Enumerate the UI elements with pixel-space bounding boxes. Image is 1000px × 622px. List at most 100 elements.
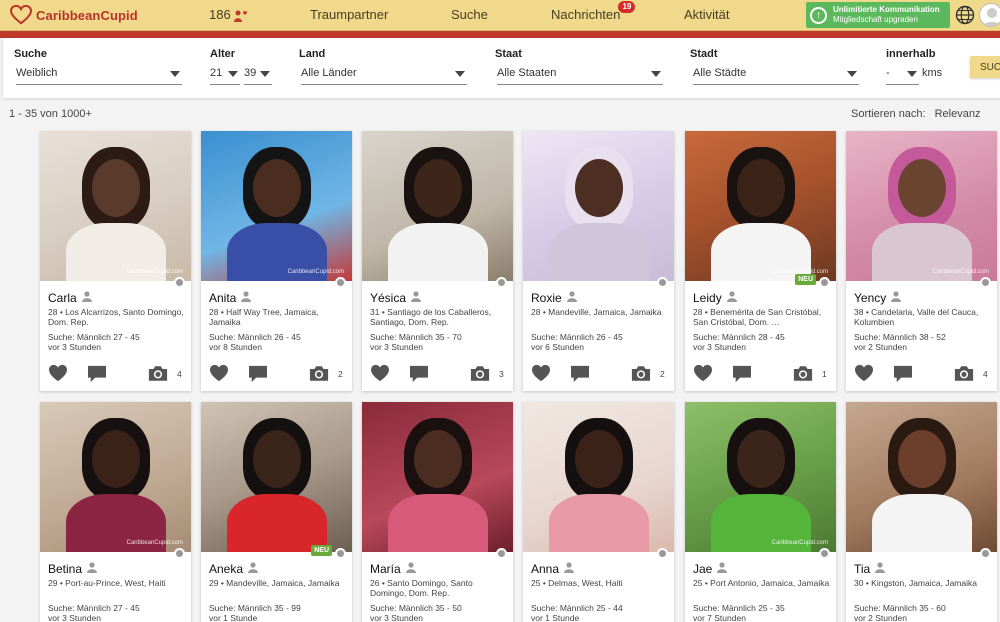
state-select[interactable]: Alle Staaten bbox=[497, 63, 663, 85]
top-navigation-bar: CaribbeanCupid 186 Traumpartner Suche Na… bbox=[0, 0, 1000, 31]
profile-photo[interactable] bbox=[362, 131, 513, 281]
profile-photo[interactable]: CaribbeanCupid.com bbox=[685, 402, 836, 552]
profile-name-row[interactable]: Leidy bbox=[693, 291, 737, 305]
age-max-select[interactable]: 39 bbox=[244, 63, 272, 85]
online-status-indicator bbox=[657, 277, 668, 288]
profile-name-row[interactable]: Jae bbox=[693, 562, 728, 576]
profile-seeking: Suche: Männlich 35 - 60 bbox=[854, 603, 946, 613]
profile-card[interactable]: Yésica 31 • Santiago de los Caballeros, … bbox=[362, 131, 513, 391]
profile-photo[interactable] bbox=[846, 402, 997, 552]
country-select[interactable]: Alle Länder bbox=[301, 63, 467, 85]
age-label: Alter bbox=[210, 48, 236, 60]
profile-name-row[interactable]: Yency bbox=[854, 291, 902, 305]
profile-card[interactable]: CaribbeanCupid.com Betina 29 • Port-au-P… bbox=[40, 402, 191, 622]
profile-photo[interactable] bbox=[362, 402, 513, 552]
profile-photo[interactable]: CaribbeanCupid.com bbox=[685, 131, 836, 281]
profile-card[interactable]: CaribbeanCupid.com Leidy 28 • Benemérita… bbox=[685, 131, 836, 391]
camera-icon[interactable] bbox=[470, 365, 490, 382]
upgrade-title: Unlimitierte Kommunikation bbox=[833, 5, 940, 14]
online-status-indicator bbox=[335, 548, 346, 559]
camera-icon[interactable] bbox=[148, 365, 168, 382]
profile-photo[interactable]: CaribbeanCupid.com bbox=[40, 402, 191, 552]
heart-icon[interactable] bbox=[531, 364, 551, 382]
photo-face bbox=[92, 159, 140, 217]
chat-icon[interactable] bbox=[248, 365, 268, 383]
search-button[interactable]: SUC bbox=[970, 56, 1000, 78]
city-select[interactable]: Alle Städte bbox=[693, 63, 859, 85]
profile-name-row[interactable]: Roxie bbox=[531, 291, 577, 305]
profile-card[interactable]: Anna 25 • Delmas, West, Haiti Suche: Män… bbox=[523, 402, 674, 622]
profile-name: Carla bbox=[48, 291, 77, 305]
profile-card[interactable]: Tia 30 • Kingston, Jamaica, Jamaika Such… bbox=[846, 402, 997, 622]
nav-interested-count[interactable]: 186 bbox=[209, 7, 248, 22]
profile-name-row[interactable]: Anita bbox=[209, 291, 252, 305]
profile-name: Roxie bbox=[531, 291, 562, 305]
person-icon bbox=[712, 562, 728, 576]
profile-photo[interactable] bbox=[201, 402, 352, 552]
heart-icon[interactable] bbox=[209, 364, 229, 382]
nav-matches[interactable]: Traumpartner bbox=[310, 7, 388, 22]
chat-icon[interactable] bbox=[570, 365, 590, 383]
camera-icon[interactable] bbox=[793, 365, 813, 382]
profile-photo[interactable]: CaribbeanCupid.com bbox=[846, 131, 997, 281]
profile-name-row[interactable]: Carla bbox=[48, 291, 92, 305]
site-logo[interactable]: CaribbeanCupid bbox=[10, 4, 138, 26]
globe-language-icon[interactable] bbox=[955, 5, 975, 25]
distance-unit: kms bbox=[922, 67, 943, 79]
profile-name-row[interactable]: Anna bbox=[531, 562, 575, 576]
chat-icon[interactable] bbox=[893, 365, 913, 383]
camera-icon[interactable] bbox=[954, 365, 974, 382]
profile-actions: 4 bbox=[846, 364, 997, 386]
profile-last-active: vor 6 Stunden bbox=[531, 342, 584, 352]
profile-location: 31 • Santiago de los Caballeros, Santiag… bbox=[370, 307, 492, 327]
profile-photo[interactable]: CaribbeanCupid.com bbox=[201, 131, 352, 281]
distance-select[interactable]: - bbox=[886, 63, 919, 85]
photo-watermark: CaribbeanCupid.com bbox=[287, 269, 344, 275]
heart-icon[interactable] bbox=[370, 364, 390, 382]
chat-icon[interactable] bbox=[87, 365, 107, 383]
profile-name-row[interactable]: Aneka bbox=[209, 562, 259, 576]
profile-card[interactable]: CaribbeanCupid.com Jae 25 • Port Antonio… bbox=[685, 402, 836, 622]
profile-card[interactable]: María 26 • Santo Domingo, Santo Domingo,… bbox=[362, 402, 513, 622]
profile-last-active: vor 2 Stunden bbox=[854, 613, 907, 622]
heart-icon[interactable] bbox=[854, 364, 874, 382]
profile-name-row[interactable]: Betina bbox=[48, 562, 98, 576]
nav-activity[interactable]: Aktivität bbox=[684, 7, 730, 22]
photo-watermark: CaribbeanCupid.com bbox=[126, 540, 183, 546]
profile-last-active: vor 1 Stunde bbox=[209, 613, 258, 622]
chat-icon[interactable] bbox=[732, 365, 752, 383]
profile-location: 38 • Candelaria, Valle del Cauca, Kolumb… bbox=[854, 307, 979, 327]
gender-select[interactable]: Weiblich bbox=[16, 63, 182, 85]
nav-messages[interactable]: Nachrichten 19 bbox=[551, 1, 636, 22]
city-value: Alle Städte bbox=[693, 67, 747, 79]
chat-icon[interactable] bbox=[409, 365, 429, 383]
chevron-down-icon bbox=[260, 71, 270, 77]
profile-card[interactable]: CaribbeanCupid.com Yency 38 • Candelaria… bbox=[846, 131, 997, 391]
age-min-select[interactable]: 21 bbox=[210, 63, 240, 85]
profile-card[interactable]: Aneka 29 • Mandeville, Jamaica, Jamaika … bbox=[201, 402, 352, 622]
camera-icon[interactable] bbox=[631, 365, 651, 382]
profile-name: Anna bbox=[531, 562, 560, 576]
upgrade-button[interactable]: ↑ Unlimitierte Kommunikation Mitgliedsch… bbox=[806, 2, 950, 28]
sort-control[interactable]: Sortieren nach: Relevanz bbox=[851, 108, 980, 120]
profile-card[interactable]: CaribbeanCupid.com Carla 28 • Los Alcarr… bbox=[40, 131, 191, 391]
profile-name-row[interactable]: Tia bbox=[854, 562, 886, 576]
profile-name-row[interactable]: María bbox=[370, 562, 416, 576]
user-avatar[interactable] bbox=[979, 3, 1000, 27]
profile-card[interactable]: CaribbeanCupid.com Anita 28 • Half Way T… bbox=[201, 131, 352, 391]
profile-photo[interactable] bbox=[523, 402, 674, 552]
profile-photo[interactable]: CaribbeanCupid.com bbox=[40, 131, 191, 281]
photo-count: 4 bbox=[177, 369, 182, 379]
city-label: Stadt bbox=[690, 48, 718, 60]
heart-icon[interactable] bbox=[693, 364, 713, 382]
person-icon bbox=[82, 562, 98, 576]
age-min-value: 21 bbox=[210, 67, 223, 79]
profile-name-row[interactable]: Yésica bbox=[370, 291, 422, 305]
camera-icon[interactable] bbox=[309, 365, 329, 382]
profile-name: Tia bbox=[854, 562, 871, 576]
nav-messages-label: Nachrichten bbox=[551, 7, 621, 22]
profile-photo[interactable] bbox=[523, 131, 674, 281]
profile-card[interactable]: Roxie 28 • Mandeville, Jamaica, Jamaika … bbox=[523, 131, 674, 391]
heart-icon[interactable] bbox=[48, 364, 68, 382]
nav-search[interactable]: Suche bbox=[451, 7, 488, 22]
